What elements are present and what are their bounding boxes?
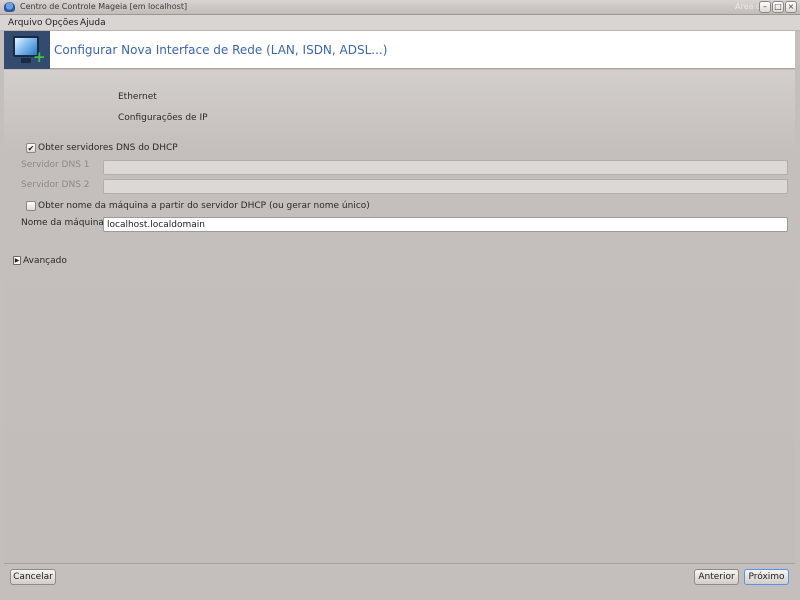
window-titlebar[interactable]: Centro de Controle Mageia [em localhost]…: [0, 0, 800, 15]
interface-type-label: Ethernet: [118, 92, 157, 102]
menubar: Arquivo Opções Ajuda: [0, 15, 800, 31]
dns1-input[interactable]: [103, 160, 788, 175]
minimize-button[interactable]: –: [759, 1, 771, 13]
menu-opcoes[interactable]: Opções: [45, 18, 78, 28]
close-button[interactable]: ×: [785, 1, 797, 13]
ip-settings-title: Configurações de IP: [118, 113, 208, 123]
hostname-from-dhcp-label[interactable]: Obter nome da máquina a partir do servid…: [38, 201, 370, 211]
footer-separator: [4, 563, 795, 564]
dns2-input[interactable]: [103, 179, 788, 194]
plus-icon: +: [33, 48, 46, 66]
cancel-button[interactable]: Cancelar: [10, 569, 56, 585]
wizard-title: Configurar Nova Interface de Rede (LAN, …: [54, 43, 388, 57]
hostname-from-dhcp-checkbox[interactable]: [26, 201, 36, 211]
wizard-header: + Configurar Nova Interface de Rede (LAN…: [4, 31, 795, 69]
next-button[interactable]: Próximo: [744, 569, 789, 585]
menu-arquivo[interactable]: Arquivo: [8, 18, 42, 28]
network-monitor-add-icon: +: [4, 31, 50, 69]
expand-arrow-icon[interactable]: ▶: [13, 256, 21, 265]
mageia-app-icon: [4, 2, 15, 12]
monitor-stand-icon: [21, 58, 31, 63]
dns2-label: Servidor DNS 2: [21, 180, 90, 190]
window-title-overflow: Área d: [735, 2, 762, 11]
menu-ajuda[interactable]: Ajuda: [80, 18, 106, 28]
previous-button[interactable]: Anterior: [694, 569, 739, 585]
window-title: Centro de Controle Mageia [em localhost]: [20, 2, 188, 11]
advanced-expander-label[interactable]: Avançado: [23, 256, 67, 266]
maximize-button[interactable]: □: [772, 1, 784, 13]
dns1-label: Servidor DNS 1: [21, 160, 90, 170]
dns-from-dhcp-checkbox[interactable]: ✔: [26, 143, 36, 153]
dns-from-dhcp-label[interactable]: Obter servidores DNS do DHCP: [38, 143, 178, 153]
hostname-input[interactable]: localhost.localdomain: [103, 217, 788, 232]
hostname-label: Nome da máquina: [21, 218, 104, 228]
